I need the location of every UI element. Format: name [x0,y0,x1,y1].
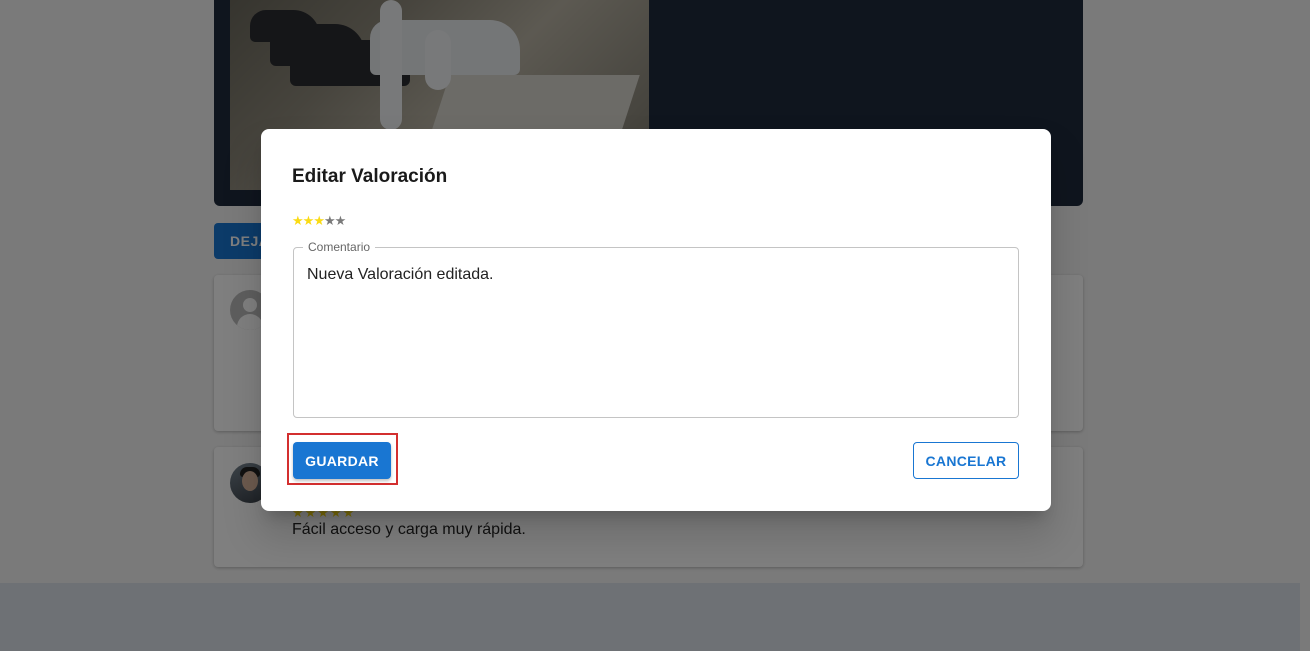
rating-stars[interactable]: ★★★★★ [292,213,347,229]
star-icon[interactable]: ★ [292,213,304,229]
star-icon[interactable]: ★ [313,213,325,229]
comment-label: Comentario [303,240,376,254]
star-icon[interactable]: ★ [303,213,315,229]
star-icon[interactable]: ★ [324,213,336,229]
dialog-title: Editar Valoración [292,166,448,187]
comment-input[interactable]: Nueva Valoración editada. [307,266,494,284]
cancel-button[interactable]: CANCELAR [913,442,1019,479]
comment-field[interactable]: Comentario Nueva Valoración editada. [293,240,1019,418]
edit-rating-dialog: Editar Valoración ★★★★★ Comentario Nueva… [261,129,1051,511]
save-button[interactable]: GUARDAR [293,442,391,479]
star-icon[interactable]: ★ [335,213,347,229]
